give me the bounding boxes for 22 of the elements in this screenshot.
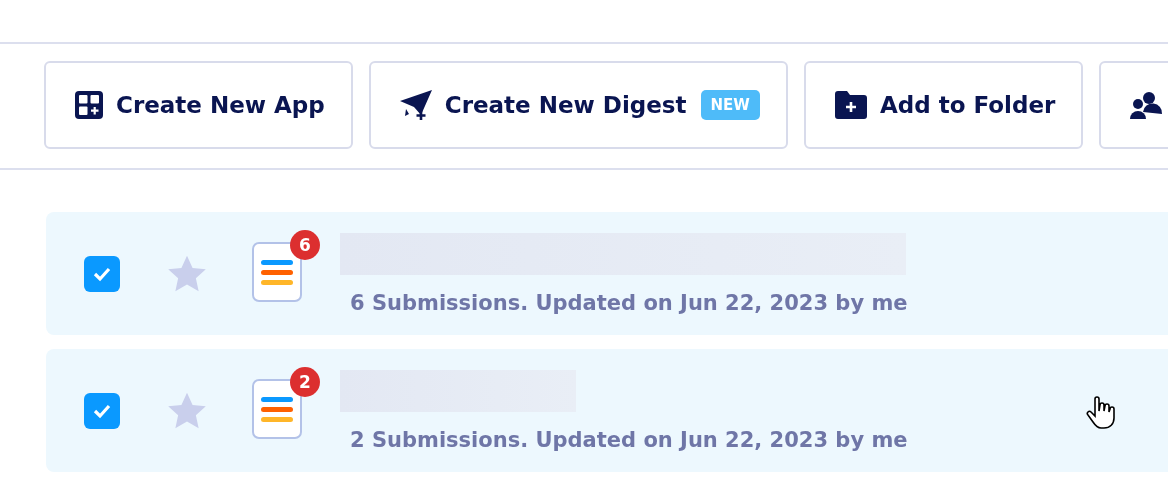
hand-cursor-icon — [1086, 396, 1116, 432]
form-row[interactable]: 2 2 Submissions. Updated on Jun 22, 2023 by me — [46, 349, 1168, 472]
form-row[interactable]: 6 6 Submissions. Updated on Jun 22, 2023 by me — [46, 212, 1168, 335]
toolbar-button[interactable]: Create New Digest NEW — [368, 61, 788, 149]
checkbox[interactable] — [84, 255, 120, 292]
form-icon — [252, 241, 302, 302]
checkbox[interactable] — [84, 392, 120, 429]
form-meta: 2 Submissions. Updated on Jun 22, 2023 by me — [350, 427, 908, 452]
paper-plane-plus-icon — [398, 89, 433, 121]
grid-plus-icon — [74, 90, 104, 120]
users-button[interactable] — [1099, 61, 1168, 149]
new-badge: NEW — [700, 90, 760, 120]
checkmark-icon — [92, 265, 112, 282]
toolbar-button[interactable]: Create New App — [44, 61, 353, 149]
submission-count: 6 — [290, 229, 320, 260]
users-icon — [1129, 90, 1164, 120]
toolbar-button[interactable]: Add to Folder — [803, 61, 1084, 149]
form-icon — [252, 378, 302, 439]
submission-count: 2 — [290, 366, 320, 397]
checkmark-icon — [92, 402, 112, 419]
folder-plus-icon — [833, 90, 868, 120]
form-meta: 6 Submissions. Updated on Jun 22, 2023 by me — [350, 290, 908, 315]
